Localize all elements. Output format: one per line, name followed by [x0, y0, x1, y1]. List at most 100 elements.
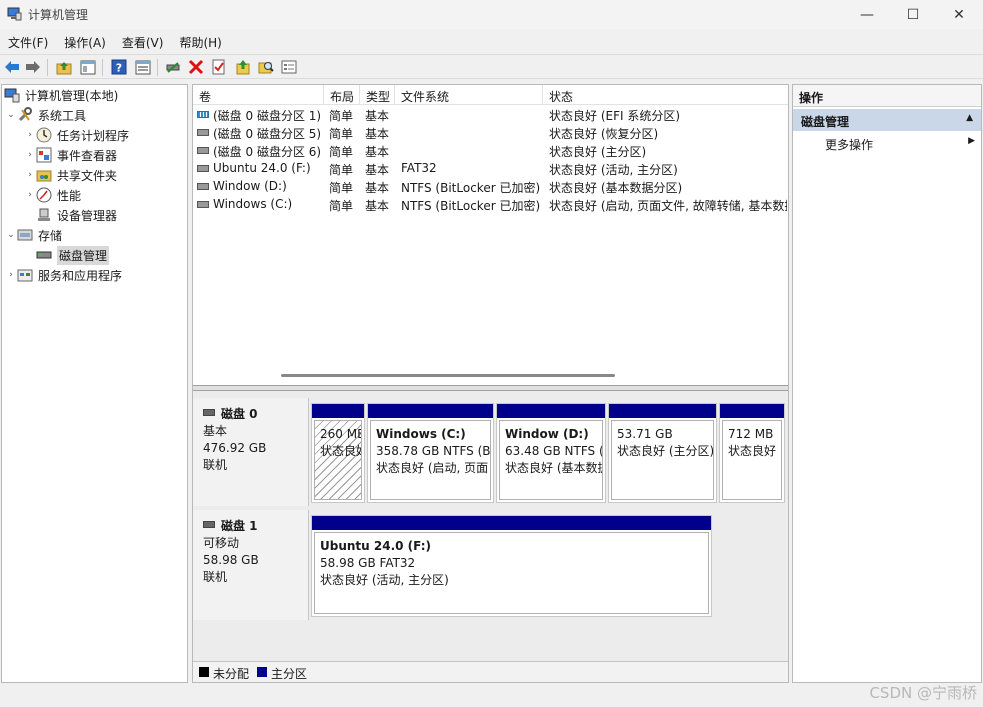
partition-bar	[720, 404, 784, 418]
chevron-right-icon[interactable]: ›	[24, 130, 36, 140]
partition-f[interactable]: Ubuntu 24.0 (F:) 58.98 GB FAT32 状态良好 (活动…	[311, 515, 712, 617]
partition-body: 712 MB 状态良好	[722, 420, 782, 500]
forward-icon[interactable]	[24, 58, 42, 76]
tree-item-shared-folders[interactable]: › 共享文件夹	[2, 165, 187, 185]
partition-body: 53.71 GB 状态良好 (主分区)	[611, 420, 714, 500]
partition-status: 状态良好	[320, 444, 361, 458]
actions-section-label: 磁盘管理	[801, 115, 850, 129]
chevron-right-icon[interactable]: ›	[24, 150, 36, 160]
delete-icon[interactable]	[187, 58, 205, 76]
volume-row[interactable]: Ubuntu 24.0 (F:) 简单 基本 FAT32 状态良好 (活动, 主…	[193, 160, 788, 178]
console-icon[interactable]	[280, 58, 298, 76]
navigation-tree: 计算机管理(本地) ⌄ 系统工具 › 任务计划程序 › 事件查看器 › 共享文件…	[1, 84, 188, 683]
partition-bar	[312, 404, 364, 418]
column-header-filesystem[interactable]: 文件系统	[395, 85, 543, 105]
menu-help[interactable]: 帮助(H)	[179, 31, 221, 53]
disk-icon	[203, 409, 215, 416]
volume-filesystem: NTFS (BitLocker 已加密)	[401, 181, 541, 195]
tree-item-event-viewer[interactable]: › 事件查看器	[2, 145, 187, 165]
partition-bar	[609, 404, 716, 418]
partition-d[interactable]: Window (D:) 63.48 GB NTFS ( 状态良好 (基本数据	[496, 403, 606, 503]
toolbar-separator	[47, 59, 48, 76]
column-header-status[interactable]: 状态	[543, 85, 788, 105]
up-folder-icon[interactable]	[55, 58, 73, 76]
tree-item-system-tools[interactable]: ⌄ 系统工具	[2, 105, 187, 125]
partition-size: 58.98 GB FAT32	[320, 556, 416, 570]
partition-body: 260 MB 状态良好	[314, 420, 362, 500]
show-hide-tree-icon[interactable]	[79, 58, 97, 76]
volume-name: (磁盘 0 磁盘分区 5)	[213, 127, 321, 141]
tree-item-storage[interactable]: ⌄ 存储	[2, 225, 187, 245]
column-header-volume[interactable]: 卷	[193, 85, 324, 105]
watermark: CSDN @宁雨桥	[869, 684, 977, 702]
disk-0-label[interactable]: 磁盘 0 基本 476.92 GB 联机	[193, 398, 309, 506]
connect-drive-icon[interactable]	[164, 58, 182, 76]
chevron-down-icon[interactable]: ⌄	[5, 230, 17, 240]
tree-item-task-scheduler[interactable]: › 任务计划程序	[2, 125, 187, 145]
tree-item-performance[interactable]: › 性能	[2, 185, 187, 205]
column-header-layout[interactable]: 布局	[324, 85, 360, 105]
partition-status: 状态良好	[728, 444, 777, 458]
volume-icon	[197, 129, 209, 136]
legend: 未分配 主分区	[193, 661, 788, 682]
collapse-up-icon[interactable]: ▲	[966, 113, 973, 123]
chevron-right-icon[interactable]: ›	[24, 170, 36, 180]
tree-item-disk-management[interactable]: 磁盘管理	[2, 245, 187, 265]
column-header-type[interactable]: 类型	[360, 85, 395, 105]
partition-recovery[interactable]: 712 MB 状态良好	[719, 403, 785, 503]
tree-label: 性能	[57, 188, 82, 203]
volume-row[interactable]: (磁盘 0 磁盘分区 1) 简单 基本 状态良好 (EFI 系统分区)	[193, 106, 788, 124]
volume-row[interactable]: Windows (C:) 简单 基本 NTFS (BitLocker 已加密) …	[193, 196, 788, 214]
partition-body: Windows (C:) 358.78 GB NTFS (Bi 状态良好 (启动…	[370, 420, 491, 500]
chevron-right-icon: ▶	[968, 136, 975, 146]
volume-status: 状态良好 (基本数据分区)	[549, 181, 683, 195]
chevron-right-icon[interactable]: ›	[5, 270, 17, 280]
disk-size: 58.98 GB	[203, 553, 259, 567]
disk-kind: 基本	[203, 424, 228, 438]
clock-icon	[36, 127, 52, 143]
close-button[interactable]: ✕	[936, 0, 982, 29]
volume-type: 基本	[365, 163, 390, 177]
menu-file[interactable]: 文件(F)	[8, 31, 48, 53]
volume-filesystem: FAT32	[401, 161, 437, 175]
properties-view-icon[interactable]	[134, 58, 152, 76]
back-icon[interactable]	[3, 58, 21, 76]
volume-row[interactable]: Window (D:) 简单 基本 NTFS (BitLocker 已加密) 状…	[193, 178, 788, 196]
menu-action[interactable]: 操作(A)	[64, 31, 106, 53]
search-folder-icon[interactable]	[257, 58, 275, 76]
volume-name: Ubuntu 24.0 (F:)	[213, 161, 311, 175]
tree-label: 设备管理器	[57, 208, 118, 223]
tree-label: 计算机管理(本地)	[25, 88, 119, 103]
storage-icon	[17, 227, 33, 243]
maximize-button[interactable]: ☐	[890, 0, 936, 29]
volume-row[interactable]: (磁盘 0 磁盘分区 6) 简单 基本 状态良好 (主分区)	[193, 142, 788, 160]
disk-1-label[interactable]: 磁盘 1 可移动 58.98 GB 联机	[193, 510, 309, 620]
volume-layout: 简单	[329, 109, 354, 123]
tree-item-device-manager[interactable]: 设备管理器	[2, 205, 187, 225]
disk-size: 476.92 GB	[203, 441, 267, 455]
actions-section-disk-management[interactable]: 磁盘管理 ▲	[793, 109, 981, 131]
menu-view[interactable]: 查看(V)	[122, 31, 164, 53]
volume-row[interactable]: (磁盘 0 磁盘分区 5) 简单 基本 状态良好 (恢复分区)	[193, 124, 788, 142]
chevron-down-icon[interactable]: ⌄	[5, 110, 17, 120]
event-viewer-icon	[36, 147, 52, 163]
partition-efi[interactable]: 260 MB 状态良好	[311, 403, 365, 503]
help-icon[interactable]: ?	[110, 58, 128, 76]
device-manager-icon	[36, 207, 52, 223]
check-properties-icon[interactable]	[210, 58, 228, 76]
tree-label: 任务计划程序	[57, 128, 130, 143]
chevron-right-icon[interactable]: ›	[24, 190, 36, 200]
partition-size: 63.48 GB NTFS (	[505, 444, 603, 458]
volume-layout: 简单	[329, 127, 354, 141]
more-actions-item[interactable]: 更多操作 ▶	[793, 133, 981, 153]
partition-c[interactable]: Windows (C:) 358.78 GB NTFS (Bi 状态良好 (启动…	[367, 403, 494, 503]
tree-item-services-apps[interactable]: › 服务和应用程序	[2, 265, 187, 285]
partition-status: 状态良好 (主分区)	[617, 444, 714, 458]
minimize-button[interactable]: —	[844, 0, 890, 29]
export-icon[interactable]	[234, 58, 252, 76]
volume-name: (磁盘 0 磁盘分区 6)	[213, 145, 321, 159]
tree-item-root[interactable]: 计算机管理(本地)	[2, 85, 187, 105]
horizontal-scrollbar[interactable]	[281, 374, 615, 377]
more-actions-label: 更多操作	[825, 138, 874, 152]
partition-primary[interactable]: 53.71 GB 状态良好 (主分区)	[608, 403, 717, 503]
